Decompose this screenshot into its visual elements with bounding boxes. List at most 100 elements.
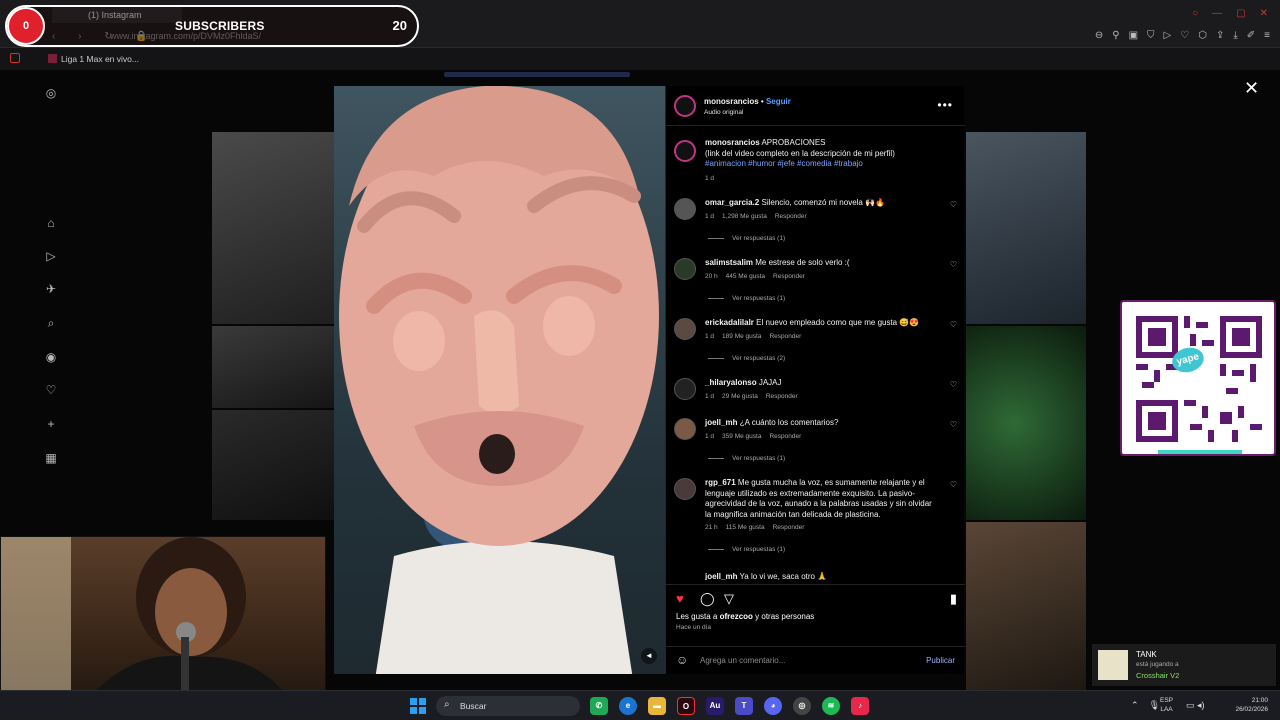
caption-hashtags[interactable]: #animacion #humor #jefe #comedia #trabaj…	[705, 159, 863, 168]
reply-button[interactable]: Responder	[773, 273, 805, 280]
commenter-name[interactable]: _hilaryalonso	[705, 378, 757, 387]
publish-button[interactable]: Publicar	[926, 656, 955, 665]
share-icon[interactable]: ▽	[724, 591, 734, 607]
grid-thumbnail[interactable]	[966, 326, 1086, 520]
maximize-icon[interactable]: ▢	[1236, 8, 1245, 19]
spotify-icon[interactable]: ≋	[822, 697, 840, 715]
comment-like-icon[interactable]: ♡	[950, 480, 957, 489]
grid-thumbnail[interactable]	[212, 410, 334, 520]
taskbar-search[interactable]: ⌕ Buscar	[436, 696, 580, 716]
zoom-icon[interactable]: ⊖	[1095, 30, 1103, 41]
comment-like-icon[interactable]: ♡	[950, 380, 957, 389]
author-name[interactable]: monosrancios	[704, 97, 759, 106]
download-icon[interactable]: ⤓	[1233, 30, 1237, 41]
audio-label[interactable]: Audio original	[704, 109, 743, 116]
grid-thumbnail[interactable]	[966, 132, 1086, 324]
commenter-avatar[interactable]	[674, 418, 696, 440]
reels-icon[interactable]: ▷	[44, 249, 58, 263]
reply-button[interactable]: Responder	[773, 524, 805, 531]
bookmark-item[interactable]: Liga 1 Max en vivo...	[61, 54, 139, 64]
commenter-avatar[interactable]	[674, 198, 696, 220]
author-avatar[interactable]	[674, 95, 696, 117]
comment-input[interactable]: Agrega un comentario...	[700, 656, 785, 665]
comment-likes[interactable]: 115 Me gusta	[726, 524, 765, 531]
game-notification[interactable]: TANK está jugando a Crosshair V2	[1092, 644, 1276, 686]
likes-user[interactable]: ofrezcoo	[720, 612, 753, 621]
window-controls[interactable]: ○ — ▢ ✕	[1192, 8, 1268, 19]
view-replies-button[interactable]: Ver respuestas (1)	[708, 235, 785, 242]
instagram-icon[interactable]: ◎	[44, 86, 58, 100]
commenter-name[interactable]: omar_garcia.2	[705, 198, 759, 207]
send-icon[interactable]: ▷	[1164, 30, 1172, 41]
comment-likes[interactable]: 29 Me gusta	[722, 393, 758, 400]
commenter-name[interactable]: joell_mh	[705, 572, 737, 580]
comment-like-icon[interactable]: ♡	[950, 420, 957, 429]
view-replies-button[interactable]: Ver respuestas (1)	[708, 546, 785, 553]
commenter-name[interactable]: salimstsalim	[705, 258, 753, 267]
author-avatar[interactable]	[674, 140, 696, 162]
commenter-name[interactable]: rgp_671	[705, 478, 736, 487]
audition-icon[interactable]: Au	[706, 697, 724, 715]
network-volume-icons[interactable]: ▭ ◂)	[1186, 700, 1205, 711]
menu-icon[interactable]: ≡	[1264, 30, 1270, 41]
bookmarks-icon[interactable]	[10, 53, 20, 63]
explore-icon[interactable]: ◉	[44, 350, 58, 364]
likes-summary[interactable]: Les gusta a ofrezcoo y otras personas	[676, 612, 814, 621]
start-button[interactable]	[410, 698, 426, 714]
commenter-avatar[interactable]	[674, 378, 696, 400]
heart-icon[interactable]: ♡	[44, 383, 58, 397]
comment-like-icon[interactable]: ♡	[950, 200, 957, 209]
obs-icon[interactable]: ◎	[793, 697, 811, 715]
file-explorer-icon[interactable]: ▬	[648, 697, 666, 715]
discord-icon[interactable]: ◕	[764, 697, 782, 715]
shield-icon[interactable]: ⛉	[1147, 30, 1155, 41]
commenter-avatar[interactable]	[674, 478, 696, 500]
emoji-icon[interactable]: ☺	[676, 653, 688, 667]
commenter-name[interactable]: joell_mh	[705, 418, 737, 427]
caption-author[interactable]: monosrancios	[705, 138, 760, 147]
language-indicator[interactable]: ESP LAA	[1160, 696, 1173, 714]
share-icon[interactable]: ⇪	[1216, 30, 1224, 41]
comment-icon[interactable]: ◯	[700, 591, 715, 607]
extensions-icon[interactable]: ⬡	[1198, 30, 1207, 41]
grid-thumbnail[interactable]	[212, 132, 334, 324]
reply-button[interactable]: Responder	[766, 393, 798, 400]
grid-thumbnail[interactable]	[966, 522, 1086, 690]
pin-icon[interactable]: ⚲	[1112, 30, 1119, 41]
like-icon[interactable]: ♥	[676, 591, 684, 606]
microphone-icon[interactable]: 🎙	[1149, 700, 1160, 711]
reply-button[interactable]: Responder	[775, 213, 807, 220]
ai-icon[interactable]: ✐	[1247, 30, 1255, 41]
screenshot-icon[interactable]: ▣	[1129, 30, 1138, 41]
teams-icon[interactable]: T	[735, 697, 753, 715]
tiktok-icon[interactable]: ♪	[851, 697, 869, 715]
more-options-icon[interactable]: •••	[937, 98, 953, 112]
close-icon[interactable]: ✕	[1244, 78, 1259, 99]
clock[interactable]: 21:00 26/02/2026	[1222, 696, 1268, 714]
search-icon[interactable]: ○	[1192, 8, 1198, 19]
save-icon[interactable]: ▮	[950, 591, 957, 607]
grid-thumbnail[interactable]	[212, 326, 334, 408]
close-window-icon[interactable]: ✕	[1260, 8, 1268, 19]
comment-likes[interactable]: 359 Me gusta	[722, 433, 761, 440]
opera-icon[interactable]: O	[677, 697, 695, 715]
view-replies-button[interactable]: Ver respuestas (2)	[708, 355, 785, 362]
whatsapp-icon[interactable]: ✆	[590, 697, 608, 715]
home-icon[interactable]: ⌂	[44, 216, 58, 230]
view-replies-button[interactable]: Ver respuestas (1)	[708, 455, 785, 462]
view-replies-button[interactable]: Ver respuestas (1)	[708, 295, 785, 302]
messages-icon[interactable]: ✈	[44, 282, 58, 296]
comment-likes[interactable]: 445 Me gusta	[726, 273, 765, 280]
comment-likes[interactable]: 189 Me gusta	[722, 333, 761, 340]
reel-video[interactable]: ◄	[334, 86, 665, 674]
heart-icon[interactable]: ♡	[1180, 30, 1189, 41]
search-icon[interactable]: ⌕	[44, 316, 58, 330]
minimize-icon[interactable]: —	[1212, 8, 1222, 19]
commenter-avatar[interactable]	[674, 318, 696, 340]
tray-chevron-icon[interactable]: ⌃	[1131, 700, 1139, 711]
comment-likes[interactable]: 1,298 Me gusta	[722, 213, 767, 220]
follow-button[interactable]: Seguir	[766, 97, 791, 106]
commenter-name[interactable]: erickadalilalr	[705, 318, 754, 327]
commenter-avatar[interactable]	[674, 258, 696, 280]
mute-icon[interactable]: ◄	[641, 648, 657, 664]
